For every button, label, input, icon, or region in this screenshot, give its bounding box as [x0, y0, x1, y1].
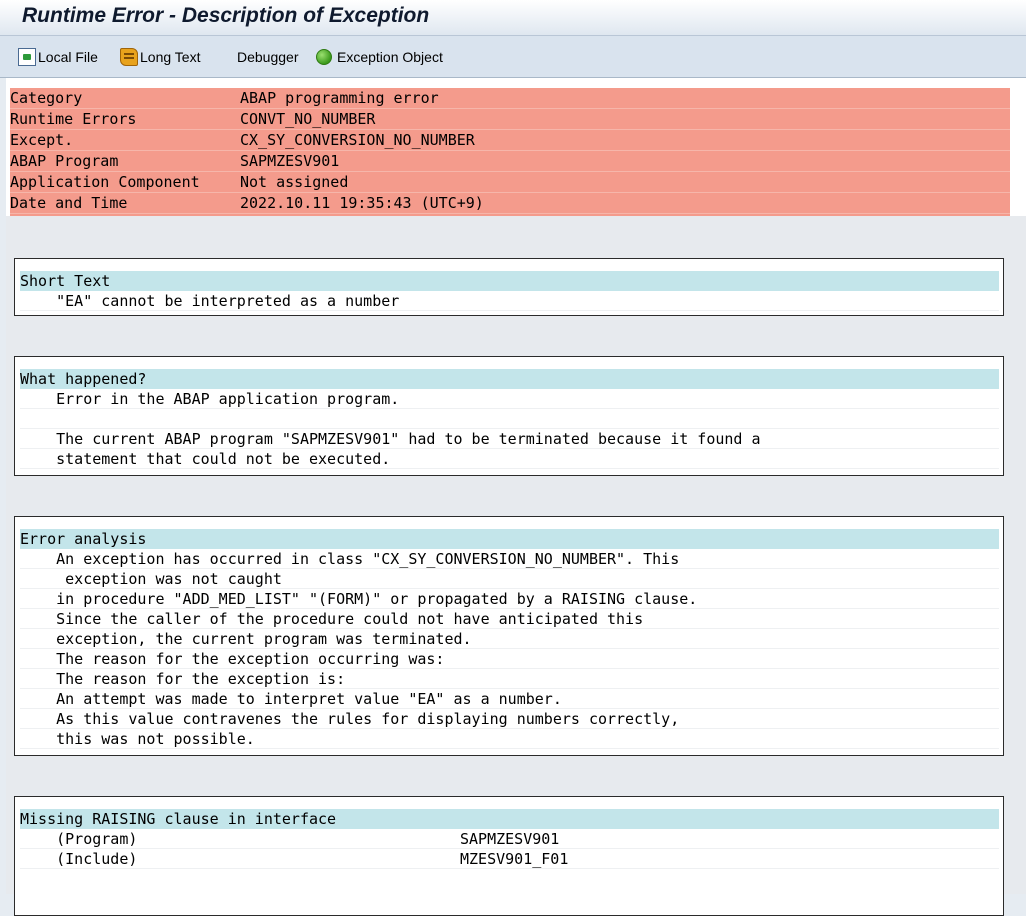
section-line: Since the caller of the procedure could … — [20, 609, 999, 629]
section-line: statement that could not be executed. — [20, 449, 999, 469]
exception-object-label: Exception Object — [337, 49, 443, 65]
header-label: Runtime Errors — [10, 110, 137, 128]
header-label: Except. — [10, 131, 74, 149]
header-label: Date and Time — [10, 194, 128, 212]
header-row: Date and Time 2022.10.11 19:35:43 (UTC+9) — [10, 193, 1010, 214]
local-file-button[interactable]: Local File — [18, 46, 98, 68]
exception-object-icon — [316, 49, 332, 65]
header-value: CONVT_NO_NUMBER — [240, 110, 376, 128]
header-value: CX_SY_CONVERSION_NO_NUMBER — [240, 131, 475, 149]
header-label: Application Component — [10, 173, 200, 191]
header-row: Category ABAP programming error — [10, 88, 1010, 109]
section-line: exception, the current program was termi… — [20, 629, 999, 649]
section-line: An attempt was made to interpret value "… — [20, 689, 999, 709]
section-line: The reason for the exception is: — [20, 669, 999, 689]
exception-object-button[interactable]: Exception Object — [316, 46, 443, 68]
debugger-label: Debugger — [237, 49, 299, 65]
long-text-button[interactable]: Long Text — [120, 46, 200, 68]
row-value: MZESV901_F01 — [460, 850, 569, 868]
title-bar: Runtime Error - Description of Exception — [0, 0, 1026, 36]
error-header-table: Category ABAP programming error Runtime E… — [10, 88, 1010, 221]
missing-raising-section: Missing RAISING clause in interface (Pro… — [14, 796, 1004, 916]
header-row: ABAP Program SAPMZESV901 — [10, 151, 1010, 172]
section-title: Error analysis — [20, 529, 999, 549]
section-line: this was not possible. — [20, 729, 999, 749]
row-value: SAPMZESV901 — [460, 830, 560, 848]
header-label: Category — [10, 89, 83, 107]
local-file-label: Local File — [38, 49, 98, 65]
header-row: Except. CX_SY_CONVERSION_NO_NUMBER — [10, 130, 1010, 151]
header-value: SAPMZESV901 — [240, 152, 340, 170]
header-value: ABAP programming error — [240, 89, 439, 107]
section-line: "EA" cannot be interpreted as a number — [20, 291, 999, 311]
what-happened-section: What happened? Error in the ABAP applica… — [14, 356, 1004, 476]
section-row: (Program) SAPMZESV901 — [20, 829, 999, 849]
header-row: Application Component Not assigned — [10, 172, 1010, 193]
header-label: ABAP Program — [10, 152, 119, 170]
section-line: exception was not caught — [20, 569, 999, 589]
toolbar: Local File Long Text Debugger Exception … — [0, 36, 1026, 78]
debugger-button[interactable]: Debugger — [237, 46, 299, 68]
sections-area: Short Text "EA" cannot be interpreted as… — [6, 216, 1026, 916]
section-title: Missing RAISING clause in interface — [20, 809, 999, 829]
section-line: The current ABAP program "SAPMZESV901" h… — [20, 429, 999, 449]
section-title: What happened? — [20, 369, 999, 389]
section-line: The reason for the exception occurring w… — [20, 649, 999, 669]
local-file-icon — [18, 48, 36, 66]
header-row: Runtime Errors CONVT_NO_NUMBER — [10, 109, 1010, 130]
error-content: Category ABAP programming error Runtime E… — [6, 78, 1026, 916]
long-text-icon — [120, 48, 138, 66]
row-label: (Include) — [20, 850, 138, 868]
section-line: An exception has occurred in class "CX_S… — [20, 549, 999, 569]
header-value: 2022.10.11 19:35:43 (UTC+9) — [240, 194, 484, 212]
error-analysis-section: Error analysis An exception has occurred… — [14, 516, 1004, 756]
long-text-label: Long Text — [140, 49, 201, 65]
short-text-section: Short Text "EA" cannot be interpreted as… — [14, 258, 1004, 316]
section-line: in procedure "ADD_MED_LIST" "(FORM)" or … — [20, 589, 999, 609]
section-line: As this value contravenes the rules for … — [20, 709, 999, 729]
window-title: Runtime Error - Description of Exception — [22, 4, 430, 27]
row-label: (Program) — [20, 830, 138, 848]
section-row: (Include) MZESV901_F01 — [20, 849, 999, 869]
section-line: Error in the ABAP application program. — [20, 389, 999, 409]
section-line — [20, 409, 999, 429]
header-value: Not assigned — [240, 173, 349, 191]
section-title: Short Text — [20, 271, 999, 291]
